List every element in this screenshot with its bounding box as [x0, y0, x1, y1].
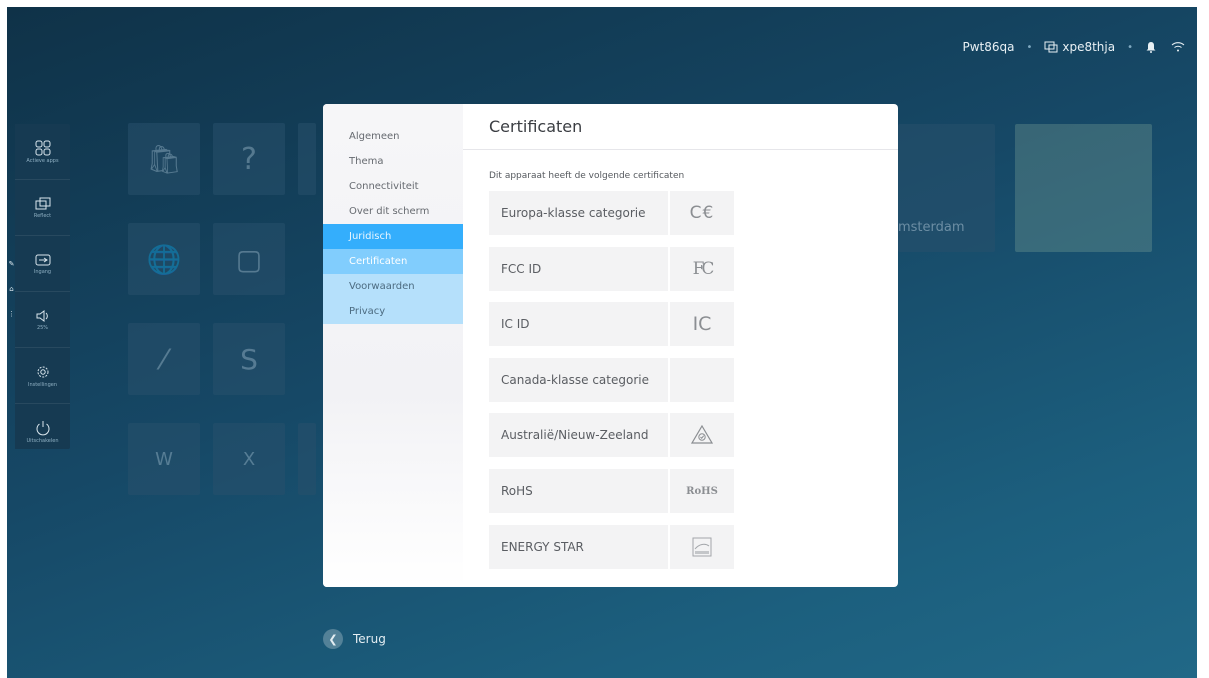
- app-tile-skype-icon: S: [213, 323, 285, 395]
- ce-mark-icon: C€: [670, 191, 734, 235]
- page-subtitle: Dit apparaat heeft de volgende certifica…: [489, 171, 685, 181]
- settings-dialog: Algemeen Thema Connectiviteit Over dit s…: [323, 104, 898, 587]
- display-icon: [1044, 41, 1058, 53]
- sidebar-item-label: Reflect: [33, 212, 52, 219]
- app-tile-pdf-icon: ⁄: [128, 323, 200, 395]
- reflect-icon: [35, 197, 50, 209]
- display-name: xpe8thja: [1062, 40, 1116, 54]
- clock-city-label: msterdam: [898, 220, 965, 235]
- certificate-label: Australië/Nieuw-Zeeland: [489, 413, 668, 457]
- sidebar-item-input[interactable]: Ingang: [15, 236, 70, 292]
- certificate-row: FCC ID FC: [489, 247, 734, 291]
- bell-icon[interactable]: [1145, 41, 1157, 53]
- chevron-left-icon: ❮: [323, 629, 343, 649]
- nav-item-privacy[interactable]: Privacy: [323, 299, 463, 324]
- nav-item-legal[interactable]: Juridisch: [323, 224, 463, 249]
- home-icon: ⌂: [9, 284, 14, 293]
- app-tile: [298, 423, 316, 495]
- sidebar-item-label: Actieve apps: [26, 157, 59, 164]
- nav-item-general[interactable]: Algemeen: [323, 124, 463, 149]
- page-title: Certificaten: [463, 104, 898, 150]
- sidebar-item-label: 25%: [36, 324, 49, 331]
- certificate-row: Canada-klasse categorie: [489, 358, 734, 402]
- nav-item-about[interactable]: Over dit scherm: [323, 199, 463, 224]
- sidebar-item-settings[interactable]: Instellingen: [15, 348, 70, 404]
- nav-item-certificates[interactable]: Certificaten: [323, 249, 463, 274]
- sidebar-item-active-apps[interactable]: Actieve apps: [15, 124, 70, 180]
- ic-logo-icon: IC: [670, 302, 734, 346]
- sidebar-item-label: Uitschakelen: [26, 437, 59, 444]
- nav-item-theme[interactable]: Thema: [323, 149, 463, 174]
- sidebar-item-reflect[interactable]: Reflect: [15, 180, 70, 236]
- certificate-row: ENERGY STAR: [489, 525, 734, 569]
- back-label: Terug: [353, 632, 386, 646]
- power-icon: [36, 420, 49, 435]
- energy-star-logo-icon: [670, 525, 734, 569]
- sidebar-item-label: Ingang: [33, 268, 52, 275]
- nav-item-terms[interactable]: Voorwaarden: [323, 274, 463, 299]
- app-tile-screen-icon: ▢: [213, 223, 285, 295]
- rcm-mark-icon: [670, 413, 734, 457]
- app-tile-store-icon: 🛍: [128, 123, 200, 195]
- app-tile-word-icon: W: [128, 423, 200, 495]
- app-tile-globe-icon: 🌐: [128, 223, 200, 295]
- certificate-row: Australië/Nieuw-Zeeland: [489, 413, 734, 457]
- certificate-label: Europa-klasse categorie: [489, 191, 668, 235]
- certificate-label: IC ID: [489, 302, 668, 346]
- settings-nav: Algemeen Thema Connectiviteit Over dit s…: [323, 104, 463, 587]
- app-tile-clock: msterdam: [898, 124, 995, 252]
- nav-item-connectivity[interactable]: Connectiviteit: [323, 174, 463, 199]
- desktop-background: 🛍 ? 🌐 ▢ ⁄ S W X msterdam Pwt86qa • xpe8t…: [7, 7, 1197, 678]
- fcc-logo-icon: FC: [670, 247, 734, 291]
- certificate-row: RoHS RoHS: [489, 469, 734, 513]
- app-tile-excel-icon: X: [213, 423, 285, 495]
- sidebar-item-volume[interactable]: 25%: [15, 292, 70, 348]
- app-tile-help-icon: ?: [213, 123, 285, 195]
- status-bar: Pwt86qa • xpe8thja •: [962, 37, 1185, 57]
- sidebar: Actieve apps Reflect Ingang 25% Instelli…: [15, 124, 70, 449]
- apps-grid-icon: [35, 140, 50, 155]
- rohs-logo-icon: RoHS: [670, 469, 734, 513]
- settings-gear-icon: [37, 366, 48, 377]
- certificate-label: Canada-klasse categorie: [489, 358, 668, 402]
- input-icon: [35, 254, 50, 265]
- certificate-label: FCC ID: [489, 247, 668, 291]
- volume-icon: [36, 309, 48, 322]
- app-tile: [298, 123, 316, 195]
- more-icon: ⋮: [8, 309, 15, 318]
- certificate-logo-empty: [670, 358, 734, 402]
- certificate-label: ENERGY STAR: [489, 525, 668, 569]
- back-button[interactable]: ❮ Terug: [323, 629, 386, 649]
- wifi-icon[interactable]: [1171, 41, 1185, 53]
- display-indicator[interactable]: xpe8thja: [1044, 40, 1115, 54]
- settings-content: Certificaten Dit apparaat heeft de volge…: [463, 104, 898, 587]
- sidebar-item-power[interactable]: Uitschakelen: [15, 404, 70, 459]
- device-name: Pwt86qa: [962, 40, 1015, 54]
- certificate-row: IC ID IC: [489, 302, 734, 346]
- certificate-row: Europa-klasse categorie C€: [489, 191, 734, 235]
- pen-icon: ✎: [8, 260, 15, 269]
- certificate-label: RoHS: [489, 469, 668, 513]
- app-tile-widget: [1015, 124, 1152, 252]
- sidebar-item-label: Instellingen: [27, 381, 58, 388]
